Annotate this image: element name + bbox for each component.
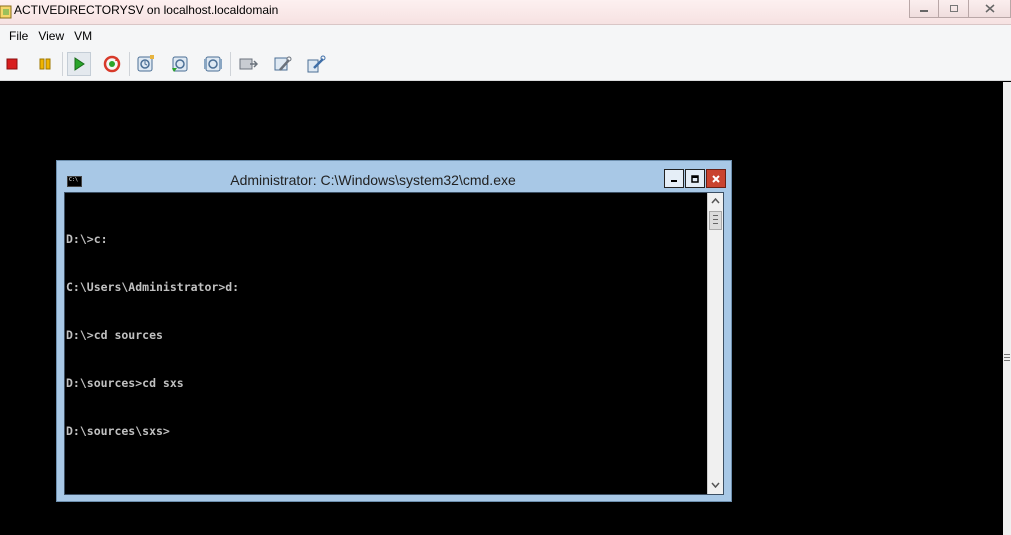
toolbar-separator <box>230 52 231 76</box>
menu-file[interactable]: File <box>4 29 33 43</box>
minimize-icon <box>920 9 928 12</box>
host-window-title: ACTIVEDIRECTORYSV on localhost.localdoma… <box>14 3 279 17</box>
snapshot-manager-icon <box>204 56 222 72</box>
scroll-down-button[interactable] <box>708 477 723 493</box>
cmd-line: C:\Users\Administrator>d: <box>66 280 240 294</box>
host-title-bar: ACTIVEDIRECTORYSV on localhost.localdoma… <box>0 0 1011 25</box>
revert-snapshot-icon <box>172 56 188 72</box>
power-off-button[interactable] <box>0 52 24 76</box>
vm-app-icon <box>0 5 12 19</box>
chevron-up-icon <box>711 198 720 204</box>
cmd-close-button[interactable] <box>706 169 726 188</box>
cmd-title-bar[interactable]: C:\ Administrator: C:\Windows\system32\c… <box>57 161 731 192</box>
maximize-icon <box>691 174 699 183</box>
close-icon <box>712 174 720 183</box>
host-minimize-button[interactable] <box>909 0 939 18</box>
chevron-down-icon <box>711 482 720 488</box>
toolbar <box>0 47 1011 81</box>
send-ctrl-alt-del-button[interactable] <box>236 52 260 76</box>
snapshot-manager-button[interactable] <box>201 52 225 76</box>
take-snapshot-button[interactable] <box>134 52 158 76</box>
vm-tools-button[interactable] <box>304 52 328 76</box>
menu-bar: File View VM <box>0 25 1011 47</box>
host-restore-button[interactable] <box>939 0 969 18</box>
cmd-line: D:\>c: <box>66 232 108 246</box>
host-close-button[interactable] <box>969 0 1011 18</box>
stop-icon <box>6 58 18 70</box>
reset-icon <box>103 55 121 73</box>
vm-settings-button[interactable] <box>270 52 294 76</box>
power-on-button[interactable] <box>67 52 91 76</box>
pause-icon <box>39 58 51 70</box>
menu-view[interactable]: View <box>33 29 69 43</box>
cmd-maximize-button[interactable] <box>685 169 705 188</box>
snapshot-icon <box>137 55 154 72</box>
cmd-output: D:\>c: C:\Users\Administrator>d: D:\>cd … <box>66 203 706 491</box>
cmd-vertical-scrollbar[interactable] <box>707 193 723 494</box>
minimize-icon <box>671 179 677 182</box>
vm-tools-icon <box>307 55 326 73</box>
cmd-console[interactable]: D:\>c: C:\Users\Administrator>d: D:\>cd … <box>64 192 724 495</box>
cmd-line: D:\>cd sources <box>66 328 163 342</box>
cmd-window-title: Administrator: C:\Windows\system32\cmd.e… <box>230 172 516 188</box>
cmd-minimize-button[interactable] <box>664 169 684 188</box>
cmd-window[interactable]: C:\ Administrator: C:\Windows\system32\c… <box>56 160 732 502</box>
toolbar-separator <box>129 52 130 76</box>
revert-snapshot-button[interactable] <box>168 52 192 76</box>
play-icon <box>74 57 85 71</box>
host-vertical-scrollbar[interactable] <box>1003 82 1011 535</box>
reset-button[interactable] <box>100 52 124 76</box>
send-ctrl-alt-del-icon <box>239 58 258 70</box>
close-icon <box>985 4 994 13</box>
suspend-button[interactable] <box>33 52 57 76</box>
menu-vm[interactable]: VM <box>69 29 97 43</box>
restore-icon <box>949 5 958 12</box>
cmd-prompt-line: D:\sources\sxs> <box>66 424 170 438</box>
vm-settings-icon <box>274 56 292 71</box>
toolbar-separator <box>62 52 63 76</box>
scroll-thumb[interactable] <box>709 211 722 230</box>
scroll-up-button[interactable] <box>708 193 723 209</box>
cmd-line: D:\sources>cd sxs <box>66 376 184 390</box>
scroll-grip-icon <box>1004 354 1010 366</box>
